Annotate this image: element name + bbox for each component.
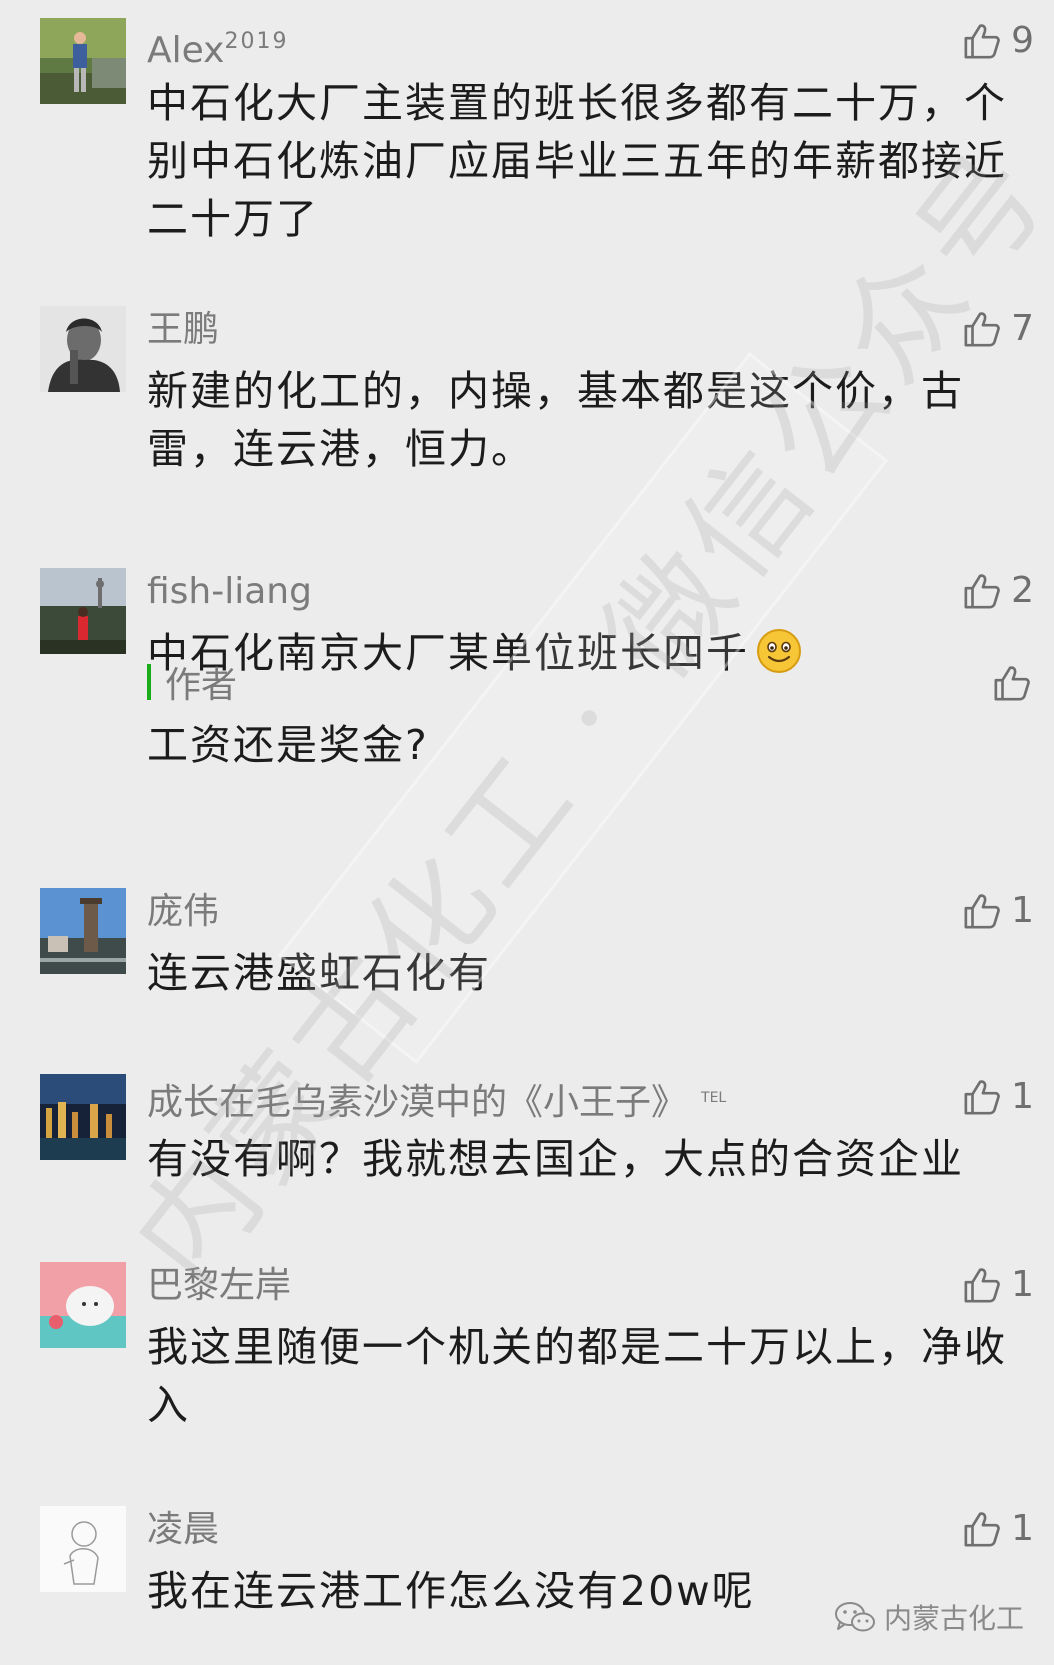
- reply-indicator-bar: [147, 664, 151, 700]
- avatar[interactable]: [40, 1506, 126, 1592]
- avatar[interactable]: [40, 1262, 126, 1348]
- like-button[interactable]: 1: [963, 1506, 1034, 1552]
- brand-watermark: 内蒙古化工: [834, 1597, 1024, 1637]
- author-tag: TEL: [701, 1090, 727, 1106]
- reply-author-label: 作者: [165, 665, 238, 706]
- thumbs-up-icon: [964, 574, 1000, 609]
- comment-author[interactable]: 凌晨: [147, 1508, 219, 1552]
- like-count: 1: [1011, 890, 1034, 931]
- brand-label: 内蒙古化工: [883, 1602, 1024, 1635]
- comment-text: 新建的化工的，内操，基本都是这个价，古雷，连云港，恒力。: [147, 367, 964, 473]
- comment-author[interactable]: Alex2019: [147, 20, 288, 73]
- comment-author[interactable]: fish-liang: [147, 570, 312, 614]
- thumbs-up-icon: [994, 666, 1030, 701]
- avatar[interactable]: [40, 1074, 126, 1160]
- comment-text: 连云港盛虹石化有: [147, 949, 491, 997]
- reply-text: 工资还是奖金?: [147, 721, 429, 769]
- avatar[interactable]: [40, 888, 126, 974]
- like-button[interactable]: 2: [963, 568, 1034, 614]
- avatar[interactable]: [40, 18, 126, 104]
- like-count: 2: [1011, 570, 1034, 611]
- comment-text-body: 中石化南京大厂某单位班长四千: [147, 629, 749, 677]
- like-button[interactable]: 9: [963, 18, 1034, 64]
- comment-author[interactable]: 成长在毛乌素沙漠中的《小王子》 TEL: [147, 1076, 726, 1125]
- like-button[interactable]: 1: [963, 888, 1034, 934]
- comment-author[interactable]: 巴黎左岸: [147, 1264, 291, 1308]
- thumbs-up-icon: [964, 24, 1000, 59]
- like-button[interactable]: 7: [963, 306, 1034, 352]
- like-count: 7: [1011, 308, 1034, 349]
- thumbs-up-icon: [964, 1512, 1000, 1547]
- wechat-icon: [834, 1602, 875, 1632]
- like-button[interactable]: 1: [963, 1074, 1034, 1120]
- like-count: 9: [1011, 20, 1034, 61]
- smile-emoji-icon: [755, 627, 803, 690]
- avatar[interactable]: [40, 568, 126, 654]
- comment-text: 中石化大厂主装置的班长很多都有二十万，个别中石化炼油厂应届毕业三五年的年薪都接近…: [147, 79, 1007, 243]
- like-count: 1: [1011, 1076, 1034, 1117]
- thumbs-up-icon: [964, 894, 1000, 929]
- thumbs-up-icon: [964, 1080, 1000, 1115]
- like-count: 1: [1011, 1264, 1034, 1305]
- thumbs-up-icon: [964, 312, 1000, 347]
- like-count: 1: [1011, 1508, 1034, 1549]
- comment-author[interactable]: 庞伟: [147, 890, 219, 934]
- reply-like-button[interactable]: [993, 660, 1031, 706]
- comment-text: 中石化南京大厂某单位班长四千: [147, 624, 1027, 690]
- avatar[interactable]: [40, 306, 126, 392]
- author-superscript: 2019: [224, 29, 289, 54]
- like-button[interactable]: 1: [963, 1262, 1034, 1308]
- comment-author[interactable]: 王鹏: [147, 308, 219, 352]
- comment-text: 我这里随便一个机关的都是二十万以上，净收入: [147, 1323, 1007, 1429]
- thumbs-up-icon: [964, 1268, 1000, 1303]
- comment-text: 有没有啊？我就想去国企，大点的合资企业: [147, 1135, 964, 1183]
- reply-author: 作者: [147, 660, 237, 706]
